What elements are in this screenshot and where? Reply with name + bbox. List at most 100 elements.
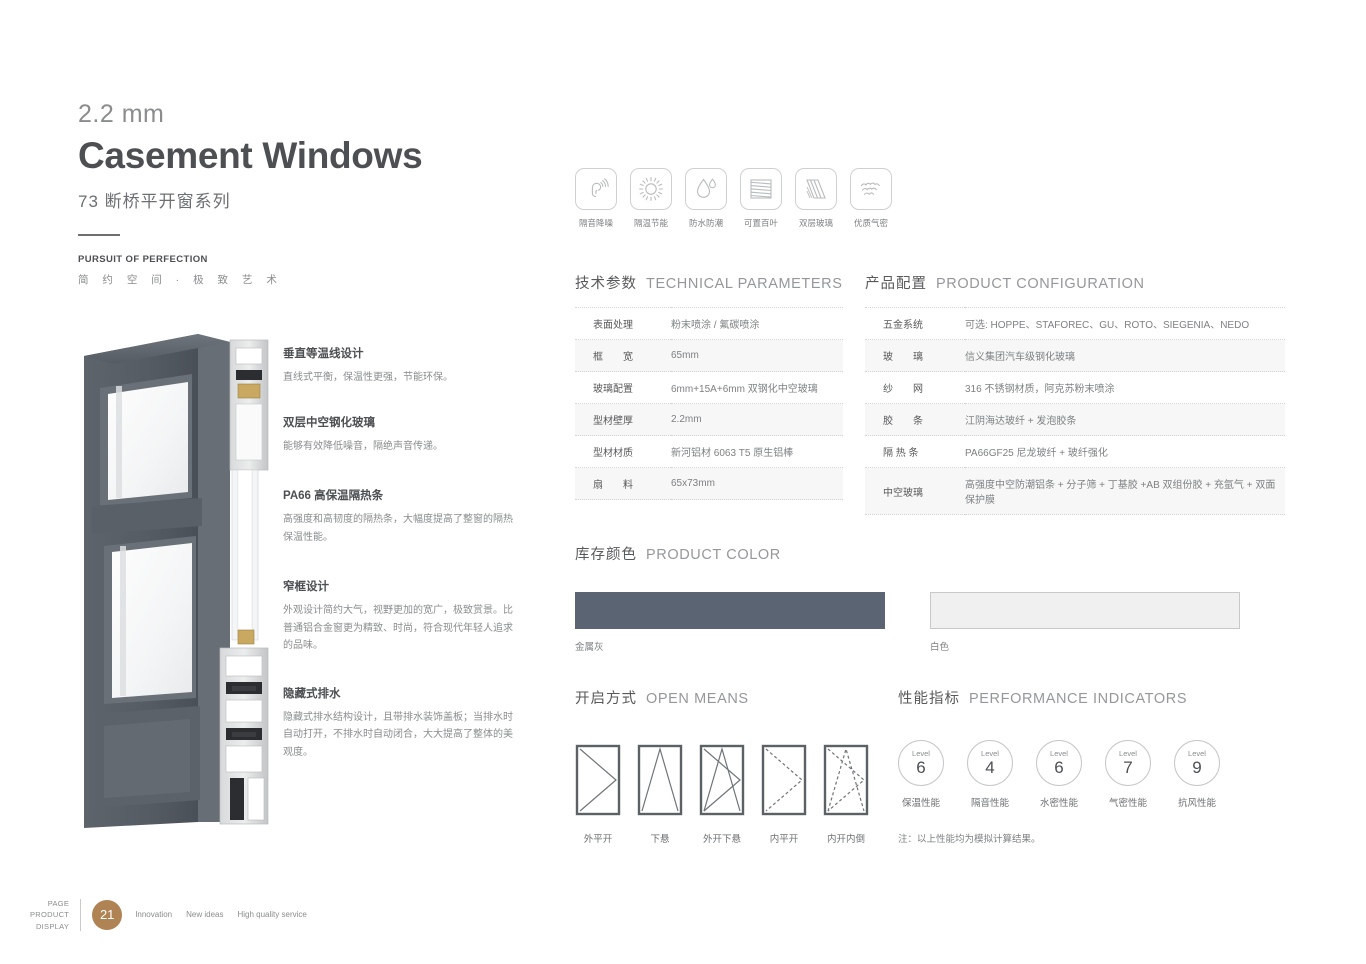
sun-icon [630, 168, 672, 210]
performance-level-label: Level [1050, 749, 1068, 759]
footer-label-line1: PAGE [47, 899, 70, 908]
performance-level-value: 9 [1192, 757, 1202, 777]
section-heading-cn: 技术参数 [575, 276, 637, 292]
open-means-label: 内平开 [769, 834, 799, 845]
section-heading: 产品配置 PRODUCT CONFIGURATION [865, 272, 1285, 293]
tilt-turn-diagram [823, 744, 869, 816]
config-value: 江阴海达玻纤 + 发泡胶条 [965, 416, 1077, 427]
technical-parameters-panel: 技术参数 TECHNICAL PARAMETERS 表面处理 粉末喷涂 / 氟碳… [575, 272, 843, 500]
airtight-cloud-icon [850, 168, 892, 210]
product-configuration-panel: 产品配置 PRODUCT CONFIGURATION 五金系统 可选: HOPP… [865, 272, 1285, 515]
color-swatch-label: 白色 [930, 642, 950, 653]
feature-icon-cell: 隔温节能 [630, 168, 672, 229]
performance-badge: Level 6 [898, 740, 944, 786]
section-heading-en: OPEN MEANS [646, 691, 749, 707]
table-row: 表面处理 粉末喷涂 / 氟碳喷涂 [575, 307, 843, 340]
catalog-page: 2.2 mm Casement Windows 73 断桥平开窗系列 PURSU… [0, 0, 1366, 964]
config-value: PA66GF25 尼龙玻纤 + 玻纤强化 [965, 448, 1108, 459]
param-value: 粉末喷涂 / 氟碳喷涂 [671, 320, 760, 331]
performance-indicators-panel: 性能指标 PERFORMANCE INDICATORS Level 6 保温性能… [898, 687, 1298, 845]
section-heading: 库存颜色 PRODUCT COLOR [575, 543, 1237, 564]
footer-slogan-item: Innovation [135, 910, 173, 920]
table-row: 纱 网 316 不锈钢材质，阿克苏粉末喷涂 [865, 371, 1285, 404]
table-row: 玻 璃 信义集团汽车级钢化玻璃 [865, 339, 1285, 372]
performance-level-value: 6 [916, 757, 926, 777]
performance-badge: Level 9 [1174, 740, 1220, 786]
table-row: 五金系统 可选: HOPPE、STAFOREC、GU、ROTO、SIEGENIA… [865, 307, 1285, 340]
feature-icon-cell: 优质气密 [850, 168, 892, 229]
feature-icon-label: 双层玻璃 [798, 218, 833, 228]
feature-desc: 直线式平衡，保温性更强，节能环保。 [283, 372, 453, 383]
color-swatch-row: 金属灰 白色 [575, 592, 1240, 653]
color-swatch-cell: 白色 [930, 592, 1240, 653]
tagline-cn: 简 约 空 间 · 极 致 艺 术 [78, 274, 283, 286]
footer-section-label: PAGE PRODUCT DISPLAY [30, 898, 69, 932]
footer-label-line2: PRODUCT [30, 910, 70, 920]
section-heading: 性能指标 PERFORMANCE INDICATORS [898, 687, 1298, 708]
config-key: 纱 网 [883, 384, 923, 395]
param-key: 型材材质 [593, 448, 633, 459]
open-means-item: 内开内倒 [823, 744, 869, 845]
performance-label: 水密性能 [1039, 798, 1078, 809]
open-means-label: 下悬 [650, 834, 670, 845]
feature-list: 垂直等温线设计 直线式平衡，保温性更强，节能环保。 双层中空钢化玻璃 能够有效降… [283, 345, 518, 788]
table-row: 框 宽 65mm [575, 339, 843, 372]
config-value: 高强度中空防潮铝条 + 分子筛 + 丁基胶 +AB 双组份胶 + 充氩气 + 双… [965, 480, 1276, 506]
feature-desc: 高强度和高韧度的隔热条，大幅度提高了整窗的隔热保温性能。 [283, 514, 513, 543]
outward-casement-diagram [575, 744, 621, 816]
ear-soundwave-icon [575, 168, 617, 210]
color-swatch-metallic-gray[interactable] [575, 592, 885, 629]
feature-title: 垂直等温线设计 [283, 348, 364, 360]
performance-label: 气密性能 [1108, 798, 1147, 809]
product-profile-image [80, 330, 270, 830]
performance-level-label: Level [912, 749, 930, 759]
feature-item: 窄框设计 外观设计简约大气，视野更加的宽广，极致赏景。比普通铝合金窗更为精致、时… [283, 578, 518, 655]
table-row: 隔 热 条 PA66GF25 尼龙玻纤 + 玻纤强化 [865, 435, 1285, 468]
section-heading-cn: 产品配置 [865, 276, 927, 292]
feature-title: 窄框设计 [283, 581, 329, 593]
table-row: 型材壁厚 2.2mm [575, 403, 843, 436]
section-heading: 开启方式 OPEN MEANS [575, 687, 875, 708]
technical-parameters-table: 表面处理 粉末喷涂 / 氟碳喷涂 框 宽 65mm 玻璃配置 6mm+15A+6… [575, 307, 843, 500]
config-key: 胶 条 [883, 416, 923, 427]
config-key: 五金系统 [883, 320, 923, 331]
param-value: 2.2mm [671, 414, 702, 425]
performance-item: Level 9 抗风性能 [1174, 740, 1220, 809]
param-key: 型材壁厚 [593, 416, 633, 427]
outward-bottom-hung-diagram [699, 744, 745, 816]
page-title: Casement Windows [78, 135, 423, 176]
feature-item: PA66 高保温隔热条 高强度和高韧度的隔热条，大幅度提高了整窗的隔热保温性能。 [283, 487, 518, 546]
param-key: 表面处理 [593, 320, 633, 331]
feature-title: 双层中空钢化玻璃 [283, 416, 375, 429]
feature-title: 隐藏式排水 [283, 687, 341, 700]
feature-item: 隐藏式排水 隐藏式排水结构设计，且带排水装饰盖板；当排水时自动打开，不排水时自动… [283, 685, 518, 762]
footer-slogan-item: High quality service [237, 910, 307, 920]
color-swatch-white[interactable] [930, 592, 1240, 629]
config-key: 中空玻璃 [883, 487, 923, 499]
feature-desc: 能够有效降低噪音，隔绝声音传递。 [283, 440, 443, 452]
param-value: 65x73mm [671, 478, 715, 489]
section-heading-en: PRODUCT CONFIGURATION [936, 276, 1145, 292]
performance-badge: Level 6 [1036, 740, 1082, 786]
performance-item: Level 6 保温性能 [898, 740, 944, 809]
performance-label: 隔音性能 [970, 798, 1009, 809]
feature-icon-cell: 双层玻璃 [795, 168, 837, 229]
feature-icon-cell: 防水防潮 [685, 168, 727, 229]
performance-note: 注：以上性能均为模拟计算结果。 [898, 834, 1041, 845]
open-means-panel: 开启方式 OPEN MEANS 外平开 下悬 外开下悬 内平开 内开内倒 [575, 687, 875, 845]
color-swatch-cell: 金属灰 [575, 592, 885, 653]
open-means-item: 外平开 [575, 744, 621, 845]
footer-slogan-item: New ideas [186, 910, 224, 920]
performance-level-value: 6 [1054, 757, 1064, 777]
bottom-hung-diagram [637, 744, 683, 816]
product-color-panel: 库存颜色 PRODUCT COLOR 金属灰 白色 [575, 543, 1240, 653]
open-means-label: 外开下悬 [702, 834, 741, 845]
feature-icon-label: 优质气密 [853, 218, 888, 228]
feature-item: 垂直等温线设计 直线式平衡，保温性更强，节能环保。 [283, 345, 518, 387]
inward-casement-diagram [761, 744, 807, 816]
tagline-en: PURSUIT OF PERFECTION [78, 254, 208, 265]
feature-desc: 外观设计简约大气，视野更加的宽广，极致赏景。比普通铝合金窗更为精致、时尚，符合现… [283, 605, 513, 651]
section-heading-en: PERFORMANCE INDICATORS [969, 691, 1188, 707]
table-row: 中空玻璃 高强度中空防潮铝条 + 分子筛 + 丁基胶 +AB 双组份胶 + 充氩… [865, 467, 1285, 515]
title-divider [78, 234, 120, 236]
